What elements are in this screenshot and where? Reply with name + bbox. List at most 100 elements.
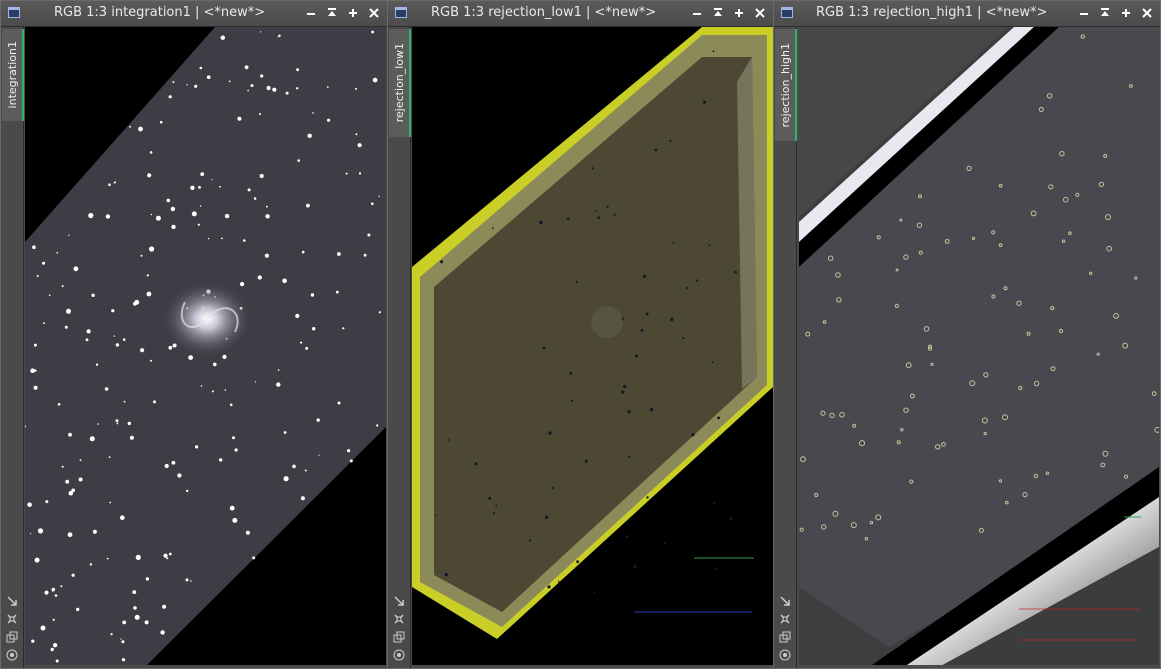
star	[240, 282, 245, 287]
zoom-to-fit-icon[interactable]	[777, 594, 792, 608]
readout-icon[interactable]	[4, 612, 19, 626]
star	[250, 84, 254, 88]
zoom-to-fit-icon[interactable]	[4, 594, 19, 608]
view-tab[interactable]: rejection_high1	[775, 29, 797, 141]
star	[162, 604, 167, 609]
star	[114, 181, 117, 184]
star	[367, 233, 371, 237]
star	[265, 214, 270, 219]
window-icon[interactable]	[781, 7, 793, 18]
title-bar[interactable]: RGB 1:3 integration1 | <*new*>	[1, 1, 387, 27]
mask-icon[interactable]	[777, 648, 792, 662]
star	[254, 381, 257, 383]
star	[164, 463, 169, 469]
shade-icon[interactable]	[322, 4, 341, 22]
clone-icon[interactable]	[777, 630, 792, 644]
star	[138, 126, 143, 132]
star	[65, 479, 70, 484]
image-window-integration1[interactable]: RGB 1:3 integration1 | <*new*> integrati…	[0, 0, 388, 669]
star	[115, 343, 120, 347]
star	[71, 488, 75, 493]
minimize-icon[interactable]	[301, 4, 320, 22]
shade-icon[interactable]	[708, 4, 727, 22]
star	[50, 647, 54, 652]
maximize-icon[interactable]	[1116, 4, 1135, 22]
star	[528, 539, 531, 542]
star	[37, 528, 44, 534]
star	[221, 237, 223, 240]
star	[493, 512, 496, 515]
readout-icon[interactable]	[391, 612, 406, 626]
maximize-icon[interactable]	[729, 4, 748, 22]
window-icon[interactable]	[395, 7, 407, 18]
star	[104, 387, 109, 391]
star	[190, 580, 192, 582]
star	[106, 557, 109, 560]
star	[691, 433, 695, 437]
view-tab[interactable]: rejection_low1	[389, 29, 411, 137]
star	[260, 31, 262, 33]
mask-icon[interactable]	[4, 648, 19, 662]
image-canvas[interactable]	[25, 27, 386, 665]
star	[168, 95, 172, 99]
view-tab[interactable]: integration1	[2, 29, 24, 121]
title-bar[interactable]: RGB 1:3 rejection_low1 | <*new*>	[388, 1, 773, 27]
star	[613, 213, 616, 216]
star	[60, 585, 63, 588]
close-icon[interactable]	[364, 4, 383, 22]
star	[171, 460, 176, 465]
star	[132, 590, 137, 594]
minimize-icon[interactable]	[687, 4, 706, 22]
rejection-high-image	[799, 27, 1159, 665]
star	[296, 68, 299, 72]
star	[85, 338, 89, 342]
star	[200, 385, 203, 387]
clone-icon[interactable]	[4, 630, 19, 644]
star	[282, 278, 287, 284]
star	[32, 245, 36, 249]
star	[247, 89, 249, 92]
mask-icon[interactable]	[391, 648, 406, 662]
title-bar[interactable]: RGB 1:3 rejection_high1 | <*new*>	[774, 1, 1160, 27]
zoom-to-fit-icon[interactable]	[391, 594, 406, 608]
star	[495, 504, 498, 507]
close-icon[interactable]	[1137, 4, 1156, 22]
star	[260, 74, 264, 78]
star	[36, 275, 39, 277]
star	[121, 658, 126, 662]
maximize-icon[interactable]	[343, 4, 362, 22]
star	[71, 573, 75, 577]
minimize-icon[interactable]	[1074, 4, 1093, 22]
rejection-low-image	[412, 27, 773, 665]
star	[285, 91, 289, 95]
star	[257, 275, 262, 280]
star	[88, 212, 94, 219]
window-icon[interactable]	[8, 7, 20, 18]
image-canvas[interactable]	[799, 27, 1159, 665]
star	[220, 35, 225, 40]
star	[253, 197, 257, 200]
star	[712, 50, 715, 53]
star	[145, 577, 150, 581]
image-canvas[interactable]	[412, 27, 773, 665]
star	[122, 338, 126, 341]
star	[729, 517, 733, 521]
star	[539, 220, 543, 225]
star	[166, 557, 169, 560]
star	[171, 224, 176, 230]
shade-icon[interactable]	[1095, 4, 1114, 22]
close-icon[interactable]	[750, 4, 769, 22]
star	[276, 382, 281, 387]
star	[569, 371, 573, 375]
star	[61, 465, 64, 468]
star	[305, 346, 309, 350]
readout-icon[interactable]	[777, 612, 792, 626]
star	[654, 148, 658, 152]
image-window-rejection-high1[interactable]: RGB 1:3 rejection_high1 | <*new*> reject…	[773, 0, 1161, 669]
star	[153, 400, 156, 404]
clone-icon[interactable]	[391, 630, 406, 644]
image-window-rejection-low1[interactable]: RGB 1:3 rejection_low1 | <*new*> rejecti…	[387, 0, 774, 669]
star	[474, 462, 478, 466]
star	[68, 432, 72, 437]
star	[306, 203, 310, 208]
